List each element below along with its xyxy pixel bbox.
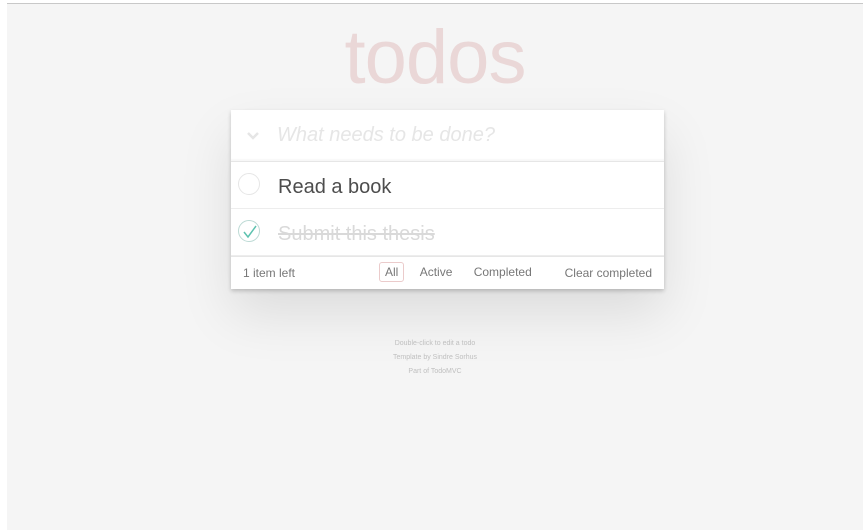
stack-decoration xyxy=(236,289,659,295)
info-todomvc-link[interactable]: Part of TodoMVC xyxy=(7,365,863,379)
chevron-down-icon[interactable] xyxy=(243,127,263,143)
filter-completed[interactable]: Completed xyxy=(468,262,538,282)
todo-header xyxy=(231,110,664,162)
filter-all[interactable]: All xyxy=(379,262,405,282)
todo-item[interactable]: Submit this thesis xyxy=(231,209,664,256)
todo-checkbox-checked[interactable] xyxy=(238,220,260,242)
filter-list: All Active Completed xyxy=(376,262,541,282)
info-footer: Double-click to edit a todo Template by … xyxy=(7,337,863,379)
todo-footer: 1 item left All Active Completed Clear c… xyxy=(231,256,664,289)
todo-label: Read a book xyxy=(278,176,392,198)
info-hint: Double-click to edit a todo xyxy=(394,340,476,347)
info-credit[interactable]: Template by Sindre Sorhus xyxy=(7,351,863,365)
items-left-count: 1 item left xyxy=(243,266,296,280)
new-todo-input[interactable] xyxy=(277,110,664,161)
todo-app: Read a book Submit this thesis 1 item le… xyxy=(231,110,664,289)
checkmark-icon xyxy=(243,225,257,239)
app-title: todos xyxy=(344,15,527,100)
todo-checkbox[interactable] xyxy=(238,173,260,195)
page-background: todos Read a book Submit this thesis 1 i… xyxy=(7,3,863,530)
filter-active[interactable]: Active xyxy=(414,262,459,282)
todo-item[interactable]: Read a book xyxy=(231,162,664,209)
todo-label: Submit this thesis xyxy=(278,223,435,245)
clear-completed-button[interactable]: Clear completed xyxy=(565,266,652,280)
